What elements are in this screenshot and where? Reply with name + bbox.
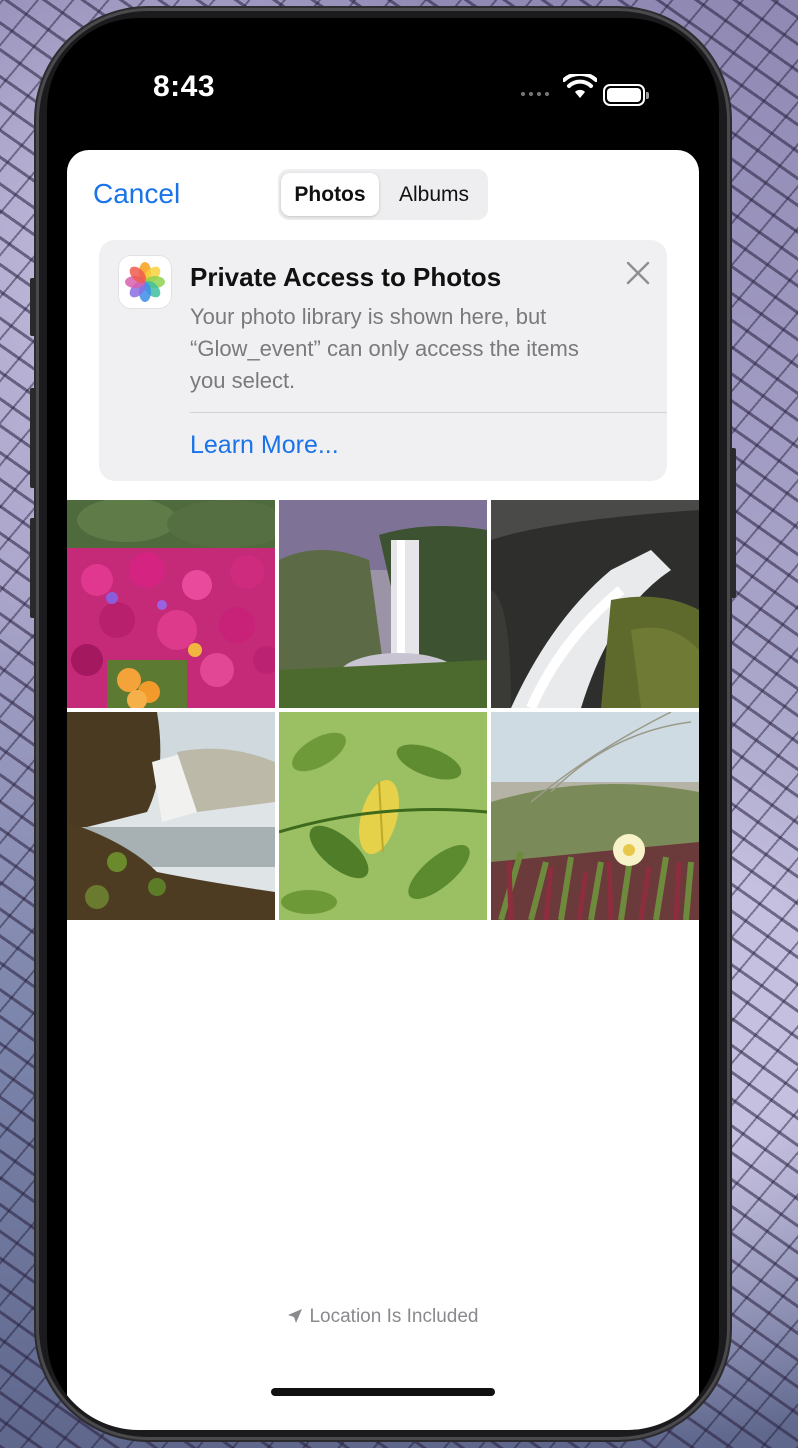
banner-body: Your photo library is shown here, but “G…: [190, 304, 579, 393]
volume-up-button: [30, 388, 36, 488]
photo-thumbnail-waterfall-rocks[interactable]: [491, 500, 699, 708]
photo-thumbnail-leaves[interactable]: [279, 712, 487, 920]
photos-app-icon: [119, 256, 171, 308]
cancel-button[interactable]: Cancel: [93, 178, 180, 210]
learn-more-link[interactable]: Learn More...: [190, 431, 339, 460]
wifi-icon: [563, 74, 597, 98]
location-label: Location Is Included: [309, 1306, 479, 1327]
location-arrow-icon: [288, 1309, 303, 1323]
volume-down-button: [30, 518, 36, 618]
photo-picker-sheet: Cancel Photos Albums Private Access to P…: [67, 150, 699, 1430]
photo-thumbnail-ice-plant[interactable]: [491, 712, 699, 920]
photo-thumbnail-waterfall-cliff[interactable]: [67, 712, 275, 920]
close-icon[interactable]: [623, 258, 653, 288]
photo-thumbnail-flowers[interactable]: [67, 500, 275, 708]
segmented-control: Photos Albums: [278, 169, 488, 220]
banner-title: Private Access to Photos: [190, 262, 502, 292]
location-info: Location Is Included: [67, 1306, 699, 1328]
phone-screen: 8:43 Cancel Photos Albums Private Access…: [47, 18, 719, 1430]
photo-grid: [67, 500, 699, 920]
photo-thumbnail-waterfall-valley[interactable]: [279, 500, 487, 708]
action-button: [30, 278, 36, 336]
banner-divider: [190, 412, 667, 413]
segment-photos[interactable]: Photos: [281, 173, 379, 216]
battery-icon: [603, 84, 649, 106]
status-time: 8:43: [153, 70, 216, 103]
segment-albums[interactable]: Albums: [384, 173, 484, 216]
power-button: [730, 448, 736, 598]
home-indicator[interactable]: [271, 1388, 495, 1396]
cellular-signal-icon: [521, 92, 553, 98]
private-access-banner: Private Access to Photos Your photo libr…: [99, 240, 667, 481]
